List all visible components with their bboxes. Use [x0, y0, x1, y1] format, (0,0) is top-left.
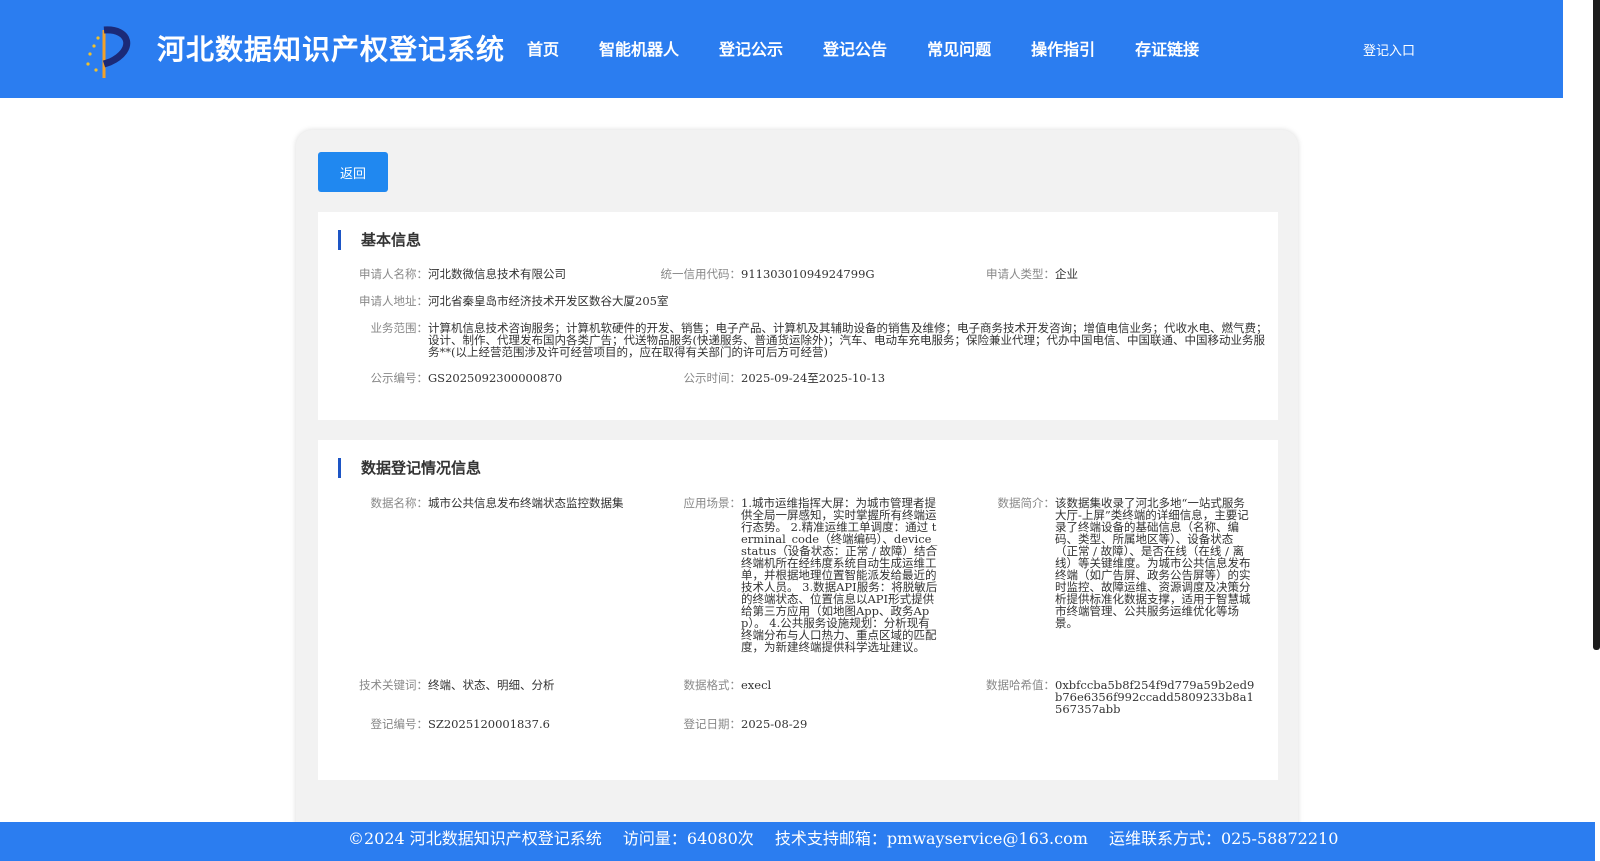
value-applicant-name: 河北数微信息技术有限公司	[428, 267, 566, 281]
label-business-scope: 业务范围：	[370, 321, 429, 335]
label-data-name: 数据名称：	[370, 496, 429, 510]
footer-visits: 访问量：64080次	[622, 829, 754, 848]
footer-email: 技术支持邮箱：pmwayservice@163.com	[774, 829, 1088, 848]
value-data-intro: 该数据集收录了河北多地“一站式服务大厅-上屏”类终端的详细信息，主要记录了终端设…	[1055, 496, 1251, 630]
field-address: 申请人地址： 河北省秦皇岛市经济技术开发区数谷大厦205室	[359, 294, 928, 308]
field-applicant-name: 申请人名称： 河北数微信息技术有限公司	[359, 267, 648, 281]
label-data-format: 数据格式：	[683, 678, 742, 692]
value-data-name: 城市公共信息发布终端状态监控数据集	[428, 496, 624, 510]
nav-publicity[interactable]: 登记公示	[719, 36, 783, 60]
field-notice-time: 公示时间： 2025-09-24至2025-10-13	[684, 371, 961, 385]
nav-guide[interactable]: 操作指引	[1031, 36, 1095, 60]
label-address: 申请人地址：	[359, 294, 428, 308]
label-notice-no: 公示编号：	[370, 371, 429, 385]
field-keywords: 技术关键词： 终端、状态、明细、分析	[359, 678, 628, 692]
field-reg-date: 登记日期： 2025-08-29	[684, 717, 941, 731]
value-scenario: 1.城市运维指挥大屏：为城市管理者提供全局一屏感知，实时掌握所有终端运行态势。 …	[741, 496, 938, 654]
field-reg-no: 登记编号： SZ20251200018​37.6	[371, 717, 628, 731]
basic-info-section: 基本信息 申请人名称： 河北数微信息技术有限公司 统一信用代码： 9113030…	[318, 212, 1278, 420]
top-header: 河北数据知识产权登记系统 首页 智能机器人 登记公示 登记公告 常见问题 操作指…	[0, 0, 1563, 98]
value-notice-no: GS2025092300000870	[428, 371, 563, 385]
field-data-format: 数据格式： execl	[684, 678, 941, 692]
value-data-hash: 0xbfccba5b8f254f9d779a59b2ed9b76e6356f99…	[1055, 678, 1255, 716]
footer-phone: 运维联系方式：025-58872210	[1109, 829, 1339, 848]
field-data-name: 数据名称： 城市公共信息发布终端状态监控数据集	[371, 496, 628, 510]
label-data-intro: 数据简介：	[997, 496, 1056, 510]
label-applicant-name: 申请人名称：	[359, 267, 428, 281]
nav-home[interactable]: 首页	[527, 36, 559, 60]
value-address: 河北省秦皇岛市经济技术开发区数谷大厦205室	[428, 294, 669, 308]
label-notice-time: 公示时间：	[683, 371, 742, 385]
field-notice-no: 公示编号： GS2025092300000870	[371, 371, 648, 385]
value-applicant-type: 企业	[1055, 267, 1078, 281]
label-data-hash: 数据哈希值：	[986, 678, 1055, 692]
field-scenario: 应用场景： 1.城市运维指挥大屏：为城市管理者提供全局一屏感知，实时掌握所有终端…	[684, 496, 941, 654]
scrollbar-thumb[interactable]	[1593, 0, 1600, 650]
field-business-scope: 业务范围： 计算机信息技术咨询服务；计算机软硬件的开发、销售；电子产品、计算机及…	[371, 321, 1268, 359]
footer-info: ©2024 河北数据知识产权登记系统 访问量：64080次 技术支持邮箱：pmw…	[348, 822, 1354, 856]
label-keywords: 技术关键词：	[359, 678, 428, 692]
value-notice-time: 2025-09-24至2025-10-13	[741, 371, 886, 385]
value-business-scope: 计算机信息技术咨询服务；计算机软硬件的开发、销售；电子产品、计算机及其辅助设备的…	[428, 321, 1268, 359]
field-credit-code: 统一信用代码： 91130301094924799G	[661, 267, 941, 281]
label-reg-date: 登记日期：	[683, 717, 742, 731]
value-reg-date: 2025-08-29	[741, 717, 808, 731]
site-title: 河北数据知识产权登记系统	[157, 33, 506, 66]
footer: ©2024 河北数据知识产权登记系统 访问量：64080次 技术支持邮箱：pmw…	[0, 822, 1595, 861]
nav-robot[interactable]: 智能机器人	[599, 36, 679, 60]
data-registration-section: 数据登记情况信息 数据名称： 城市公共信息发布终端状态监控数据集 应用场景： 1…	[318, 440, 1278, 780]
label-credit-code: 统一信用代码：	[660, 267, 742, 281]
field-data-intro: 数据简介： 该数据集收录了河北多地“一站式服务大厅-上屏”类终端的详细信息，主要…	[998, 496, 1255, 630]
logo-icon	[86, 26, 131, 78]
scrollbar-track[interactable]	[1563, 0, 1600, 861]
back-button[interactable]: 返回	[318, 152, 388, 192]
value-reg-no: SZ20251200018​37.6	[428, 717, 550, 731]
footer-copyright: ©2024 河北数据知识产权登记系统	[348, 829, 602, 848]
value-keywords: 终端、状态、明细、分析	[428, 678, 555, 692]
field-data-hash: 数据哈希值： 0xbfccba5b8f254f9d779a59b2ed9b76e…	[986, 678, 1255, 716]
value-data-format: execl	[741, 678, 772, 692]
nav-faq[interactable]: 常见问题	[927, 36, 991, 60]
login-link[interactable]: 登记入口	[1363, 40, 1415, 59]
main-nav: 首页 智能机器人 登记公示 登记公告 常见问题 操作指引 存证链接	[527, 36, 1239, 60]
label-reg-no: 登记编号：	[370, 717, 429, 731]
nav-announcement[interactable]: 登记公告	[823, 36, 887, 60]
label-applicant-type: 申请人类型：	[986, 267, 1055, 281]
section-title-basic: 基本信息	[338, 230, 421, 250]
section-title-data: 数据登记情况信息	[338, 458, 481, 478]
value-credit-code: 91130301094924799G	[741, 267, 875, 281]
field-applicant-type: 申请人类型： 企业	[986, 267, 1255, 281]
nav-evidence-link[interactable]: 存证链接	[1135, 36, 1199, 60]
label-scenario: 应用场景：	[683, 496, 742, 510]
